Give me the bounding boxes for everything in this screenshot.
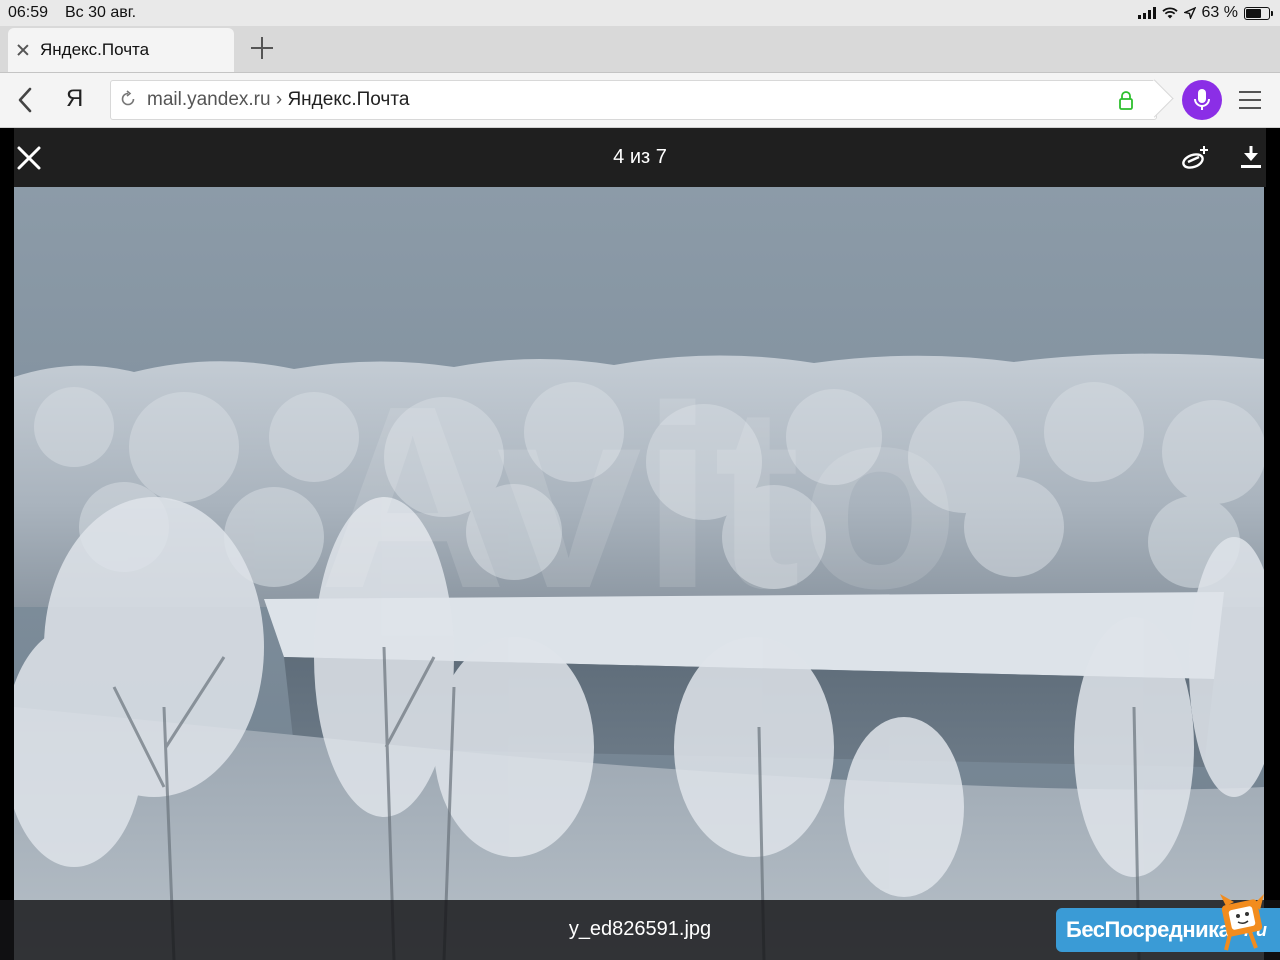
- tab-title: Яндекс.Почта: [40, 40, 150, 59]
- location-icon: [1183, 7, 1196, 19]
- watermark-badge: БесПосредника .ru: [1056, 894, 1280, 952]
- new-tab-plus-icon[interactable]: [250, 36, 274, 60]
- battery-icon: [1244, 6, 1273, 20]
- image-counter: 4 из 7: [613, 146, 667, 168]
- mic-icon: [1194, 89, 1210, 110]
- url-separator: ›: [275, 89, 283, 110]
- battery-percent: 63 %: [1201, 4, 1238, 21]
- lock-icon: [1119, 91, 1133, 110]
- voice-search-button[interactable]: [1182, 80, 1222, 120]
- close-tab-icon[interactable]: [16, 43, 30, 57]
- menu-icon[interactable]: [1239, 90, 1261, 110]
- yandex-logo[interactable]: Я: [66, 85, 83, 113]
- wifi-icon: [1161, 7, 1178, 19]
- status-date: Вс 30 авг.: [65, 4, 137, 21]
- reload-icon[interactable]: [119, 90, 137, 108]
- url-domain: mail.yandex.ru: [147, 89, 271, 110]
- badge-text: БесПосредника: [1066, 917, 1231, 942]
- download-icon[interactable]: [1240, 144, 1262, 170]
- url-page-title: Яндекс.Почта: [287, 89, 410, 110]
- cat-mascot-icon: [1220, 894, 1264, 951]
- signal-icon: [1137, 7, 1156, 19]
- url-field[interactable]: mail.yandex.ru › Яндекс.Почта: [110, 80, 1157, 120]
- viewer-toolbar: 4 из 7: [14, 128, 1266, 187]
- image-viewer: 4 из 7 Avito y_ed826591.jpg БесПосредник…: [0, 128, 1280, 960]
- status-time: 06:59: [8, 4, 49, 21]
- back-icon[interactable]: [14, 86, 38, 114]
- status-indicators: 63 %: [1137, 4, 1273, 22]
- browser-tab[interactable]: Яндекс.Почта: [8, 28, 234, 72]
- status-bar: 06:59 Вс 30 авг. 63 %: [0, 0, 1280, 26]
- save-to-disk-icon[interactable]: [1180, 144, 1210, 172]
- photo-watermark: Avito: [319, 353, 959, 643]
- battery-level: [1246, 8, 1262, 18]
- address-toolbar: Я mail.yandex.ru › Яндекс.Почта: [0, 73, 1280, 128]
- tab-bar: Яндекс.Почта: [0, 26, 1280, 73]
- url-text[interactable]: mail.yandex.ru › Яндекс.Почта: [147, 89, 409, 111]
- photo-winter-river: Avito: [14, 187, 1264, 960]
